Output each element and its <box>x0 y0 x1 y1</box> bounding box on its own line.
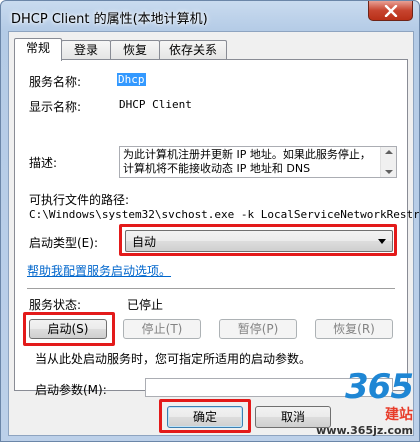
description-scrollbar[interactable] <box>380 147 396 177</box>
tab-dependencies[interactable]: 依存关系 <box>159 40 227 60</box>
service-status-value: 已停止 <box>127 298 164 312</box>
title-bar[interactable]: DHCP Client 的属性(本地计算机) <box>1 1 419 31</box>
scroll-down-icon[interactable] <box>385 170 393 174</box>
watermark-url: www.365jz.com <box>316 424 413 437</box>
display-name-label: 显示名称: <box>29 100 82 114</box>
divider <box>27 288 395 290</box>
description-box[interactable]: 为此计算机注册并更新 IP 地址。如果此服务停止，计算机将不能接收动态 IP 地… <box>119 146 397 178</box>
resume-button[interactable]: 恢复(R) <box>315 319 393 339</box>
start-button[interactable]: 启动(S) <box>29 319 107 339</box>
display-name-value[interactable]: DHCP Client <box>119 98 192 111</box>
watermark-site: 建站 <box>385 407 413 423</box>
service-name-label: 服务名称: <box>29 75 82 89</box>
start-params-hint: 当从此处启动服务时，您可指定所适用的启动参数。 <box>35 352 312 366</box>
description-label: 描述: <box>29 156 58 170</box>
startup-type-dropdown[interactable]: 自动 <box>125 230 393 252</box>
tab-recovery[interactable]: 恢复 <box>110 40 160 60</box>
watermark: 365 建站 www.365jz.com <box>316 367 414 437</box>
general-tab-panel: 服务名称: Dhcp 显示名称: DHCP Client 描述: 为此计算机注册… <box>14 59 419 397</box>
description-text: 为此计算机注册并更新 IP 地址。如果此服务停止，计算机将不能接收动态 IP 地… <box>123 148 371 175</box>
chevron-down-icon <box>378 239 386 244</box>
startup-type-value: 自动 <box>132 235 157 249</box>
startup-type-label: 启动类型(E): <box>29 236 98 250</box>
help-configure-link[interactable]: 帮助我配置服务启动选项。 <box>27 262 171 279</box>
window-title: DHCP Client 的属性(本地计算机) <box>11 12 208 27</box>
close-icon <box>384 4 397 17</box>
service-status-label: 服务状态: <box>29 298 82 312</box>
service-name-value[interactable]: Dhcp <box>117 73 146 86</box>
properties-window: DHCP Client 的属性(本地计算机) 常规 登录 恢复 依存关系 服务名… <box>0 0 420 442</box>
ok-button[interactable]: 确定 <box>167 406 243 428</box>
close-button[interactable] <box>368 1 413 21</box>
tab-logon[interactable]: 登录 <box>61 40 111 60</box>
tab-general[interactable]: 常规 <box>14 38 62 61</box>
start-params-label: 启动参数(M): <box>35 383 107 397</box>
pause-button[interactable]: 暂停(P) <box>219 319 297 339</box>
stop-button[interactable]: 停止(T) <box>123 319 201 339</box>
exe-path-value[interactable]: C:\Windows\system32\svchost.exe -k Local… <box>29 208 419 221</box>
watermark-logo: 365 <box>345 367 414 407</box>
scroll-up-icon[interactable] <box>385 150 393 154</box>
exe-path-label: 可执行文件的路径: <box>29 193 130 207</box>
